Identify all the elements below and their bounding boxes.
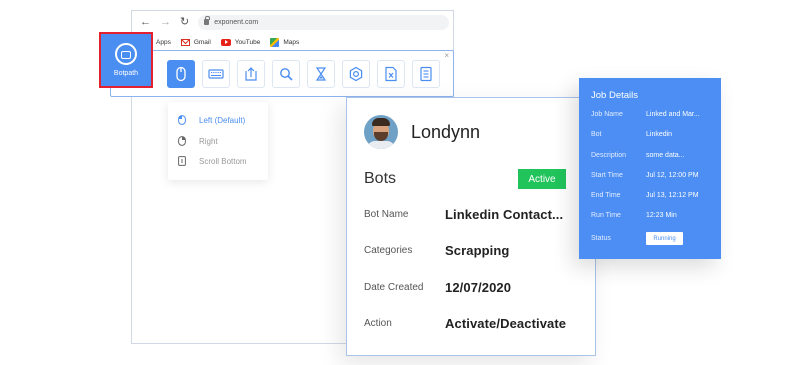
- mouse-right-icon: [178, 136, 186, 146]
- jd-label-status: Status: [591, 235, 611, 242]
- bookmark-apps[interactable]: Apps: [156, 39, 171, 46]
- keyboard-icon: [208, 69, 224, 79]
- row-label-date-created: Date Created: [364, 282, 424, 293]
- menu-item-label: Right: [199, 136, 218, 146]
- excel-button[interactable]: [377, 60, 405, 88]
- bookmark-label: Apps: [156, 38, 171, 46]
- wait-button[interactable]: [307, 60, 335, 88]
- menu-item-left-click[interactable]: Left (Default): [178, 115, 245, 125]
- jd-value-job-name: Linked and Mar...: [646, 111, 700, 118]
- back-arrow-icon[interactable]: ←: [140, 16, 151, 28]
- row-value-date-created: 12/07/2020: [445, 280, 512, 295]
- bot-icon: [115, 43, 137, 65]
- youtube-icon: [220, 38, 231, 46]
- forward-arrow-icon[interactable]: →: [160, 16, 171, 28]
- url-bar[interactable]: exponent.com: [198, 14, 449, 30]
- jd-label-bot: Bot: [591, 131, 602, 138]
- avatar: [364, 115, 398, 149]
- user-name: Londynn: [411, 122, 481, 142]
- maps-icon: [270, 37, 280, 47]
- bookmarks-bar: Apps Gmail YouTube Maps: [132, 34, 453, 50]
- scroll-icon: [178, 156, 186, 166]
- jd-value-description: some data...: [646, 152, 685, 159]
- botpath-label: Botpath: [113, 70, 139, 77]
- jd-label-end-time: End Time: [591, 192, 621, 199]
- jd-value-bot: Linkedin: [646, 131, 673, 138]
- row-label-categories: Categories: [364, 245, 413, 256]
- close-icon[interactable]: ×: [444, 52, 449, 60]
- menu-item-label: Left (Default): [199, 115, 246, 125]
- reload-icon[interactable]: ↻: [180, 16, 189, 28]
- menu-item-right-click[interactable]: Right: [178, 136, 218, 146]
- jd-label-description: Description: [591, 152, 627, 159]
- mouse-left-icon: [178, 115, 186, 125]
- bot-details-card: Londynn Bots Active Bot Name Linkedin Co…: [346, 97, 596, 356]
- jd-value-end-time: Jul 13, 12:12 PM: [646, 192, 699, 199]
- jd-label-job-name: Job Name: [591, 111, 623, 118]
- jd-value-run-time: 12:23 Min: [646, 212, 677, 219]
- mouse-click-menu: Left (Default) Right Scroll Bottom: [168, 102, 268, 180]
- gear-icon: [349, 66, 363, 82]
- row-label-action: Action: [364, 318, 392, 329]
- search-icon: [280, 68, 293, 81]
- mouse-icon: [176, 66, 186, 82]
- list-doc-icon: [420, 66, 432, 82]
- url-text: exponent.com: [214, 18, 259, 26]
- row-value-categories: Scrapping: [445, 243, 510, 258]
- excel-file-icon: [385, 66, 397, 82]
- row-value-bot-name: Linkedin Contact...: [445, 207, 564, 222]
- row-label-bot-name: Bot Name: [364, 209, 409, 220]
- menu-item-scroll-bottom[interactable]: Scroll Bottom: [178, 156, 247, 166]
- status-badge[interactable]: Active: [518, 169, 566, 189]
- extract-button[interactable]: [237, 60, 265, 88]
- job-details-title: Job Details: [591, 90, 638, 101]
- address-bar-row: ← → ↻ exponent.com: [132, 11, 453, 33]
- jd-label-run-time: Run Time: [591, 212, 621, 219]
- search-button[interactable]: [272, 60, 300, 88]
- menu-item-label: Scroll Bottom: [199, 156, 247, 166]
- mouse-click-button[interactable]: [167, 60, 195, 88]
- job-details-panel: Job Details Job Name Linked and Mar... B…: [579, 78, 721, 259]
- gmail-icon: [180, 38, 190, 46]
- keyboard-button[interactable]: [202, 60, 230, 88]
- bookmark-label: Maps: [283, 38, 300, 46]
- running-status-badge: Running: [646, 232, 683, 245]
- row-value-action[interactable]: Activate/Deactivate: [445, 316, 566, 331]
- bookmark-maps[interactable]: Maps: [270, 37, 300, 47]
- hourglass-icon: [315, 67, 327, 81]
- bookmark-youtube[interactable]: YouTube: [220, 38, 261, 46]
- bookmark-label: YouTube: [234, 38, 261, 46]
- action-toolbar: ×: [110, 50, 454, 97]
- jd-value-start-time: Jul 12, 12:00 PM: [646, 172, 699, 179]
- lock-icon: [204, 16, 211, 25]
- bookmark-label: Gmail: [193, 38, 211, 46]
- section-heading: Bots: [364, 170, 397, 187]
- botpath-extension-button[interactable]: Botpath: [99, 32, 153, 88]
- bookmark-gmail[interactable]: Gmail: [180, 38, 211, 46]
- settings-button[interactable]: [342, 60, 370, 88]
- jd-label-start-time: Start Time: [591, 172, 623, 179]
- list-button[interactable]: [412, 60, 440, 88]
- upload-doc-icon: [245, 67, 257, 81]
